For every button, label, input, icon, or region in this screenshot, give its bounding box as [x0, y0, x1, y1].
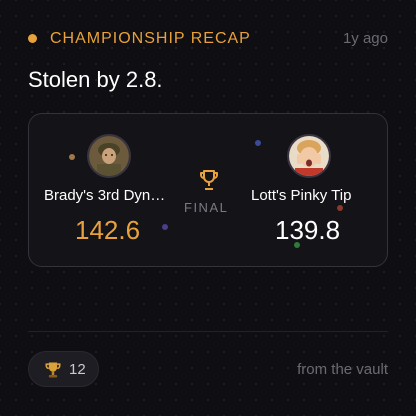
- confetti-dot: [337, 205, 343, 211]
- recap-category-label: CHAMPIONSHIP RECAP: [50, 30, 251, 47]
- status-dot: [28, 34, 37, 43]
- home-team-avatar: [87, 134, 131, 178]
- post-timestamp: 1y ago: [342, 30, 388, 47]
- source-note: from the vault: [297, 361, 388, 378]
- trophy-reaction-button[interactable]: 12: [28, 351, 99, 387]
- confetti-dot: [162, 224, 168, 230]
- away-team-name: Lott's Pinky Tip: [251, 187, 352, 204]
- away-team-score: 139.8: [275, 215, 341, 245]
- reaction-count: 12: [69, 361, 86, 378]
- home-team-score: 142.6: [75, 215, 141, 245]
- matchup-status: FINAL: [184, 200, 229, 215]
- confetti-dot: [69, 154, 75, 160]
- recap-headline: Stolen by 2.8.: [28, 67, 163, 92]
- trophy-icon: [197, 168, 221, 192]
- confetti-dot: [294, 242, 300, 248]
- matchup-card[interactable]: Brady's 3rd Dyn… Lott's Pinky Tip FINAL …: [28, 113, 388, 267]
- away-team-avatar: [287, 134, 331, 178]
- confetti-dot: [255, 140, 261, 146]
- recap-header: CHAMPIONSHIP RECAP 1y ago: [28, 29, 388, 49]
- trophy-icon: [43, 360, 63, 380]
- home-team-name: Brady's 3rd Dyn…: [44, 187, 166, 204]
- footer-divider: [28, 331, 388, 332]
